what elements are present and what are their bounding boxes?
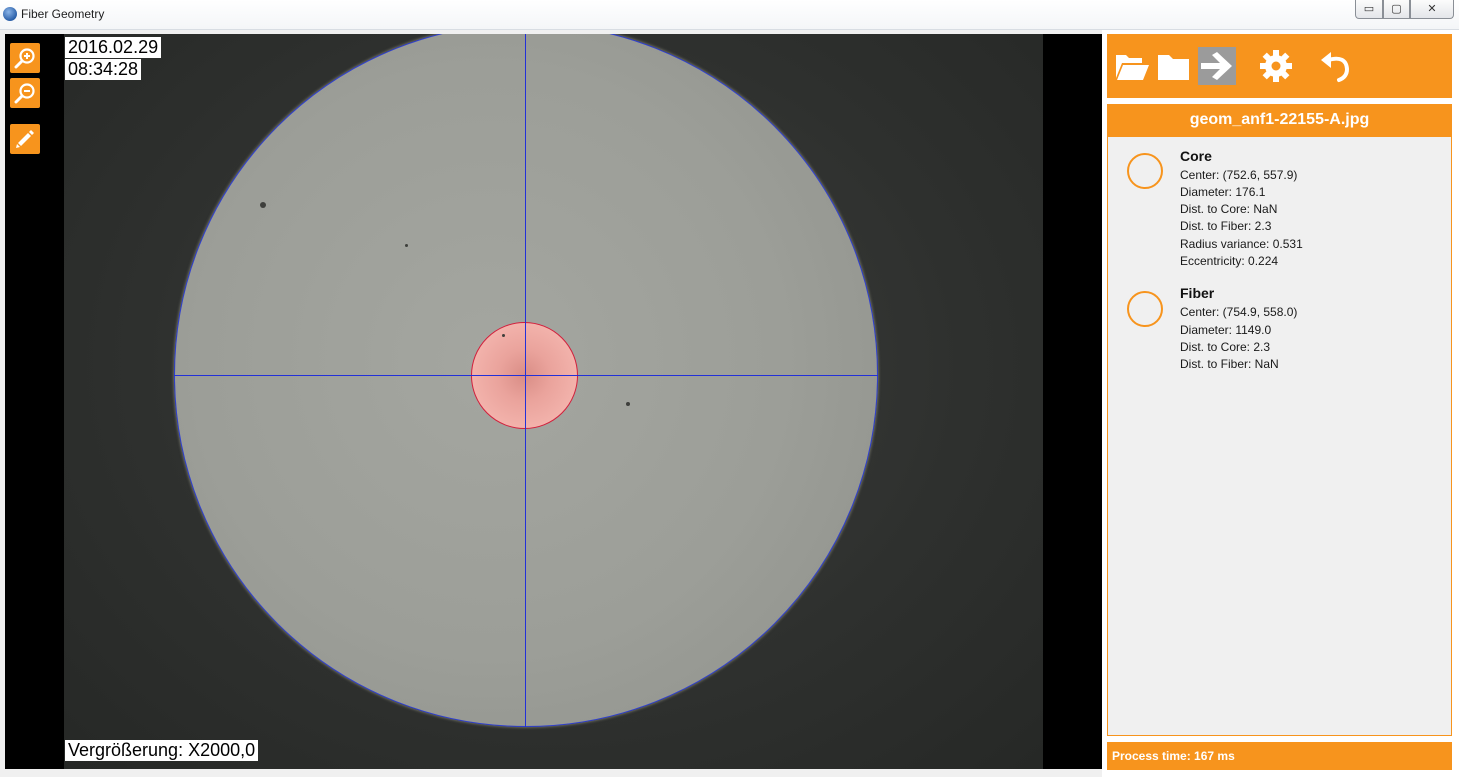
app-icon bbox=[3, 7, 17, 21]
dust-speck bbox=[626, 402, 630, 406]
dust-speck bbox=[502, 334, 505, 337]
dust-speck bbox=[405, 244, 408, 247]
capture-date: 2016.02.29 bbox=[65, 37, 162, 58]
zoom-out-button[interactable] bbox=[10, 78, 40, 108]
dust-speck bbox=[260, 202, 266, 208]
open-folder-button[interactable] bbox=[1113, 47, 1151, 85]
result-line: Diameter: 1149.0 bbox=[1180, 323, 1272, 337]
result-title: Fiber bbox=[1180, 285, 1215, 301]
result-line: Radius variance: 0.531 bbox=[1180, 237, 1303, 251]
process-time-status: Process time: 167 ms bbox=[1107, 742, 1452, 770]
result-line: Eccentricity: 0.224 bbox=[1180, 254, 1279, 268]
result-line: Dist. to Fiber: 2.3 bbox=[1180, 219, 1272, 233]
result-line: Center: (752.6, 557.9) bbox=[1180, 168, 1298, 182]
main-toolbar bbox=[1107, 34, 1452, 98]
result-line: Diameter: 176.1 bbox=[1180, 185, 1266, 199]
crosshair-vertical bbox=[525, 34, 526, 727]
undo-icon bbox=[1321, 52, 1350, 82]
next-button[interactable] bbox=[1198, 47, 1236, 85]
capture-time: 08:34:28 bbox=[65, 59, 142, 80]
result-line: Dist. to Fiber: NaN bbox=[1180, 357, 1279, 371]
zoom-out-icon bbox=[14, 83, 35, 104]
gear-icon bbox=[1260, 50, 1292, 82]
arrow-right-icon bbox=[1201, 52, 1232, 80]
window-title: Fiber Geometry bbox=[21, 7, 105, 21]
result-line: Dist. to Core: NaN bbox=[1180, 202, 1278, 216]
core-circle-icon bbox=[1127, 153, 1163, 189]
open-folder-icon bbox=[1116, 55, 1149, 80]
result-line: Dist. to Core: 2.3 bbox=[1180, 340, 1271, 354]
result-line: Center: (754.9, 558.0) bbox=[1180, 305, 1298, 319]
minimize-icon: ▭ bbox=[1363, 2, 1375, 15]
draw-button[interactable] bbox=[10, 124, 40, 154]
title-bar: Fiber Geometry ▭ ▢ ✕ bbox=[0, 0, 1459, 30]
maximize-button[interactable]: ▢ bbox=[1383, 0, 1410, 19]
zoom-in-icon bbox=[14, 48, 35, 69]
settings-button[interactable] bbox=[1257, 47, 1295, 85]
maximize-icon: ▢ bbox=[1391, 2, 1402, 15]
result-title: Core bbox=[1180, 148, 1212, 164]
fiber-image[interactable] bbox=[64, 34, 1043, 769]
crosshair-horizontal bbox=[174, 375, 878, 376]
fiber-circle-icon bbox=[1127, 291, 1163, 327]
minimize-button[interactable]: ▭ bbox=[1355, 0, 1383, 19]
zoom-in-button[interactable] bbox=[10, 43, 40, 73]
pencil-icon bbox=[16, 130, 34, 148]
close-button[interactable]: ✕ bbox=[1410, 0, 1454, 19]
results-panel: geom_anf1-22155-A.jpg Core Center: (752.… bbox=[1102, 30, 1459, 777]
magnification-label: Vergrößerung: X2000,0 bbox=[65, 740, 259, 761]
undo-button[interactable] bbox=[1317, 47, 1355, 85]
folder-button[interactable] bbox=[1155, 47, 1193, 85]
close-icon: ✕ bbox=[1427, 2, 1437, 15]
filename-header: geom_anf1-22155-A.jpg bbox=[1107, 104, 1452, 136]
measurement-results: Core Center: (752.6, 557.9) Diameter: 17… bbox=[1107, 136, 1452, 736]
folder-icon bbox=[1158, 55, 1189, 80]
